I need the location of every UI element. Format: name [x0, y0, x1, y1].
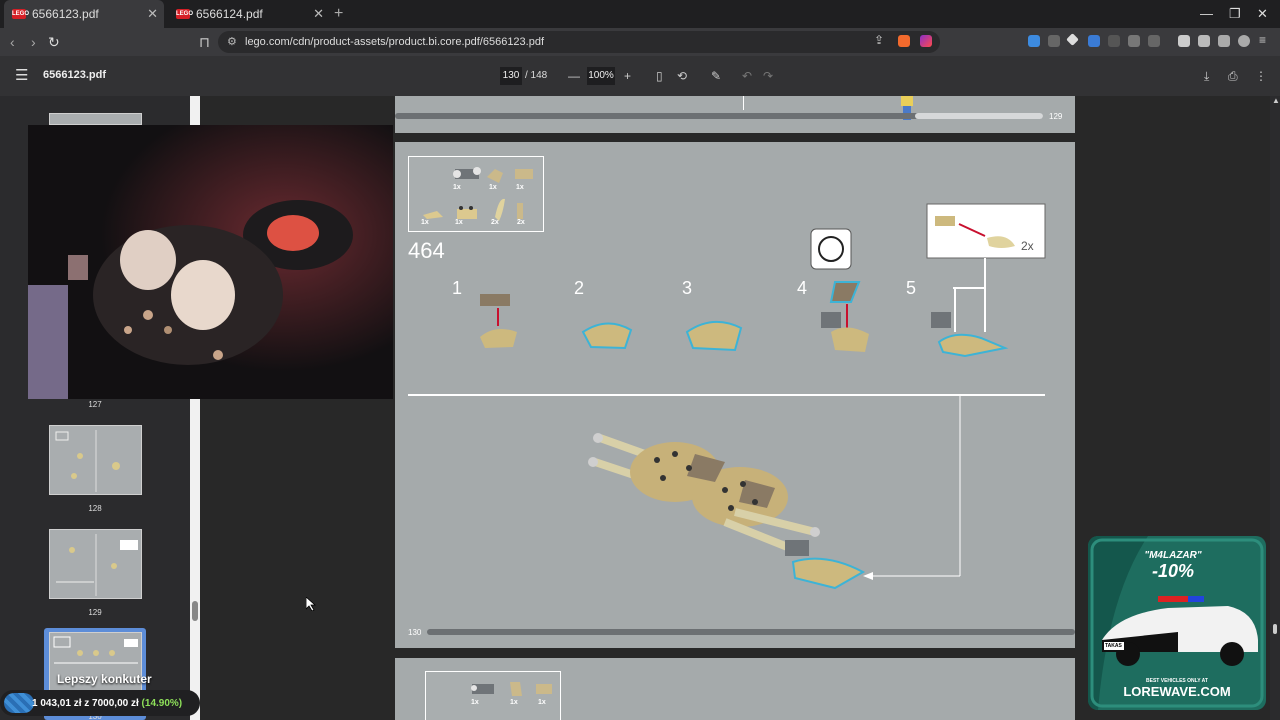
bookmark-icon[interactable]: ⊓ — [199, 34, 210, 51]
tab-label: 6566123.pdf — [32, 7, 99, 21]
thumbnail-label: 129 — [88, 608, 102, 617]
undo-icon[interactable]: ↶ — [742, 69, 752, 83]
close-tab-icon[interactable]: ✕ — [313, 6, 324, 22]
vpn-icon[interactable] — [1238, 35, 1250, 47]
redo-icon[interactable]: ↷ — [763, 69, 773, 83]
restore-icon[interactable]: ❐ — [1229, 6, 1241, 22]
forward-icon[interactable]: › — [31, 34, 36, 50]
pdf-page-129: 129 — [395, 96, 1075, 133]
fit-page-icon[interactable]: ▯ — [656, 69, 663, 83]
scrollbar-thumb[interactable] — [192, 601, 198, 621]
zoom-input[interactable]: 100% — [587, 67, 615, 85]
close-tab-icon[interactable]: ✕ — [147, 6, 158, 22]
goal-separator: z — [84, 698, 90, 709]
main-scrollbar[interactable]: ▲ — [1270, 96, 1280, 720]
extension-icon[interactable] — [1048, 35, 1060, 47]
page-number: 130 — [408, 628, 422, 637]
webcam-overlay — [28, 125, 393, 399]
part-qty: 1x — [471, 699, 479, 706]
extensions-puzzle-icon[interactable] — [1128, 35, 1140, 47]
pdf-page-131: 1x 1x 1x — [395, 658, 1075, 720]
scroll-up-icon[interactable]: ▲ — [1272, 96, 1280, 105]
site-info-icon[interactable]: ⚙ — [227, 31, 237, 53]
goal-progress-stripe — [4, 693, 34, 713]
tab-6566123[interactable]: LEGO 6566123.pdf ✕ — [4, 0, 164, 28]
sponsor-ad-overlay: "M4LAZAR" -10% TAKAS BEST VEHICLES ONLY … — [1088, 536, 1266, 710]
ad-discount: -10% — [1151, 561, 1195, 581]
scrollbar-thumb[interactable] — [1273, 624, 1277, 634]
tab-label: 6566124.pdf — [196, 7, 263, 21]
wallet-icon[interactable] — [1198, 35, 1210, 47]
zoom-out-icon[interactable]: — — [568, 69, 580, 83]
download-icon[interactable]: ⤓ — [1204, 69, 1209, 84]
page-thumbnail-129[interactable] — [49, 529, 142, 599]
lego-favicon-icon: LEGO — [12, 9, 30, 19]
extension-icon[interactable] — [1108, 35, 1120, 47]
tab-6566124[interactable]: LEGO 6566124.pdf ✕ — [168, 0, 330, 28]
extension-icon[interactable] — [1148, 35, 1160, 47]
parts-list-graphic — [471, 682, 552, 696]
pdf-filename: 6566123.pdf — [43, 69, 106, 81]
brave-shield-icon[interactable] — [898, 35, 910, 47]
back-icon[interactable]: ‹ — [10, 34, 15, 50]
share-icon[interactable]: ⇪ — [874, 33, 884, 47]
goal-amount-text: 1 043,01 zł z 7000,00 zł (14.90%) — [32, 698, 182, 709]
pdf-page-130: 1x 1x 1x 1x 1x 2x 2x 464 1 2 3 4 5 2x 13… — [395, 142, 1075, 648]
menu-icon[interactable]: ☰ — [15, 66, 28, 84]
thumbnail-graphic — [56, 534, 138, 596]
extension-icon[interactable] — [1088, 35, 1100, 47]
print-icon[interactable]: ⎙ — [1228, 69, 1238, 84]
reload-icon[interactable]: ↻ — [48, 34, 60, 51]
webcam-feed-image — [28, 125, 393, 399]
goal-current: 1 043,01 zł — [32, 698, 82, 709]
thumbnail-label: 128 — [88, 504, 102, 513]
sidebar-toggle-icon[interactable] — [1178, 35, 1190, 47]
instruction-illustration: 2x — [408, 203, 1046, 590]
brave-rewards-icon[interactable] — [920, 35, 932, 47]
lego-favicon-icon: LEGO — [176, 9, 194, 19]
mouse-cursor-icon — [306, 597, 316, 611]
divider-line — [743, 96, 744, 110]
parts-list-box: 1x 1x 1x — [425, 671, 561, 720]
zoom-in-icon[interactable]: + — [624, 69, 631, 83]
address-bar[interactable]: ⚙ lego.com/cdn/product-assets/product.bi… — [218, 31, 940, 53]
ad-brand: LOREWAVE.COM — [1123, 684, 1231, 699]
part-qty: 1x — [510, 699, 518, 706]
tab-strip: LEGO 6566123.pdf ✕ LEGO 6566124.pdf ✕ + … — [0, 0, 1280, 28]
goal-percent: (14.90%) — [141, 698, 183, 709]
page-total: / 148 — [525, 70, 548, 81]
rotate-icon[interactable]: ⟲ — [677, 69, 687, 83]
thumbnail-graphic — [55, 430, 120, 492]
minimize-icon[interactable]: — — [1200, 6, 1213, 21]
ad-name: "M4LAZAR" — [1144, 550, 1202, 561]
page-progress-remaining — [915, 113, 1043, 119]
ad-plate: TAKAS — [1105, 643, 1122, 649]
new-tab-icon[interactable]: + — [334, 5, 343, 23]
more-options-icon[interactable]: ⋮ — [1255, 69, 1267, 83]
extension-translate-icon[interactable] — [1028, 35, 1040, 47]
page-number: 129 — [1049, 112, 1063, 121]
thumbnail-label: 127 — [88, 400, 102, 409]
annotate-icon[interactable]: ✎ — [711, 69, 721, 83]
page-number-input[interactable]: 130 — [500, 67, 522, 85]
page-thumbnail-128[interactable] — [49, 425, 142, 495]
leo-ai-icon[interactable] — [1218, 35, 1230, 47]
part-qty: 1x — [538, 699, 546, 706]
pdf-toolbar: ☰ 6566123.pdf 130 / 148 — 100% + ▯ ⟲ ✎ ↶… — [0, 56, 1280, 96]
browser-menu-icon[interactable]: ≡ — [1259, 33, 1266, 47]
close-window-icon[interactable]: ✕ — [1257, 6, 1268, 22]
goal-target: 7000,00 zł — [92, 698, 139, 709]
page-thumbnail[interactable] — [49, 113, 142, 125]
page-progress-bar — [427, 629, 1075, 635]
donation-goal-title: Lepszy konkuter — [57, 672, 152, 686]
svg-text:2x: 2x — [1021, 239, 1034, 253]
donation-goal-bar: 1 043,01 zł z 7000,00 zł (14.90%) — [0, 690, 200, 716]
url-text: lego.com/cdn/product-assets/product.bi.c… — [245, 36, 545, 48]
